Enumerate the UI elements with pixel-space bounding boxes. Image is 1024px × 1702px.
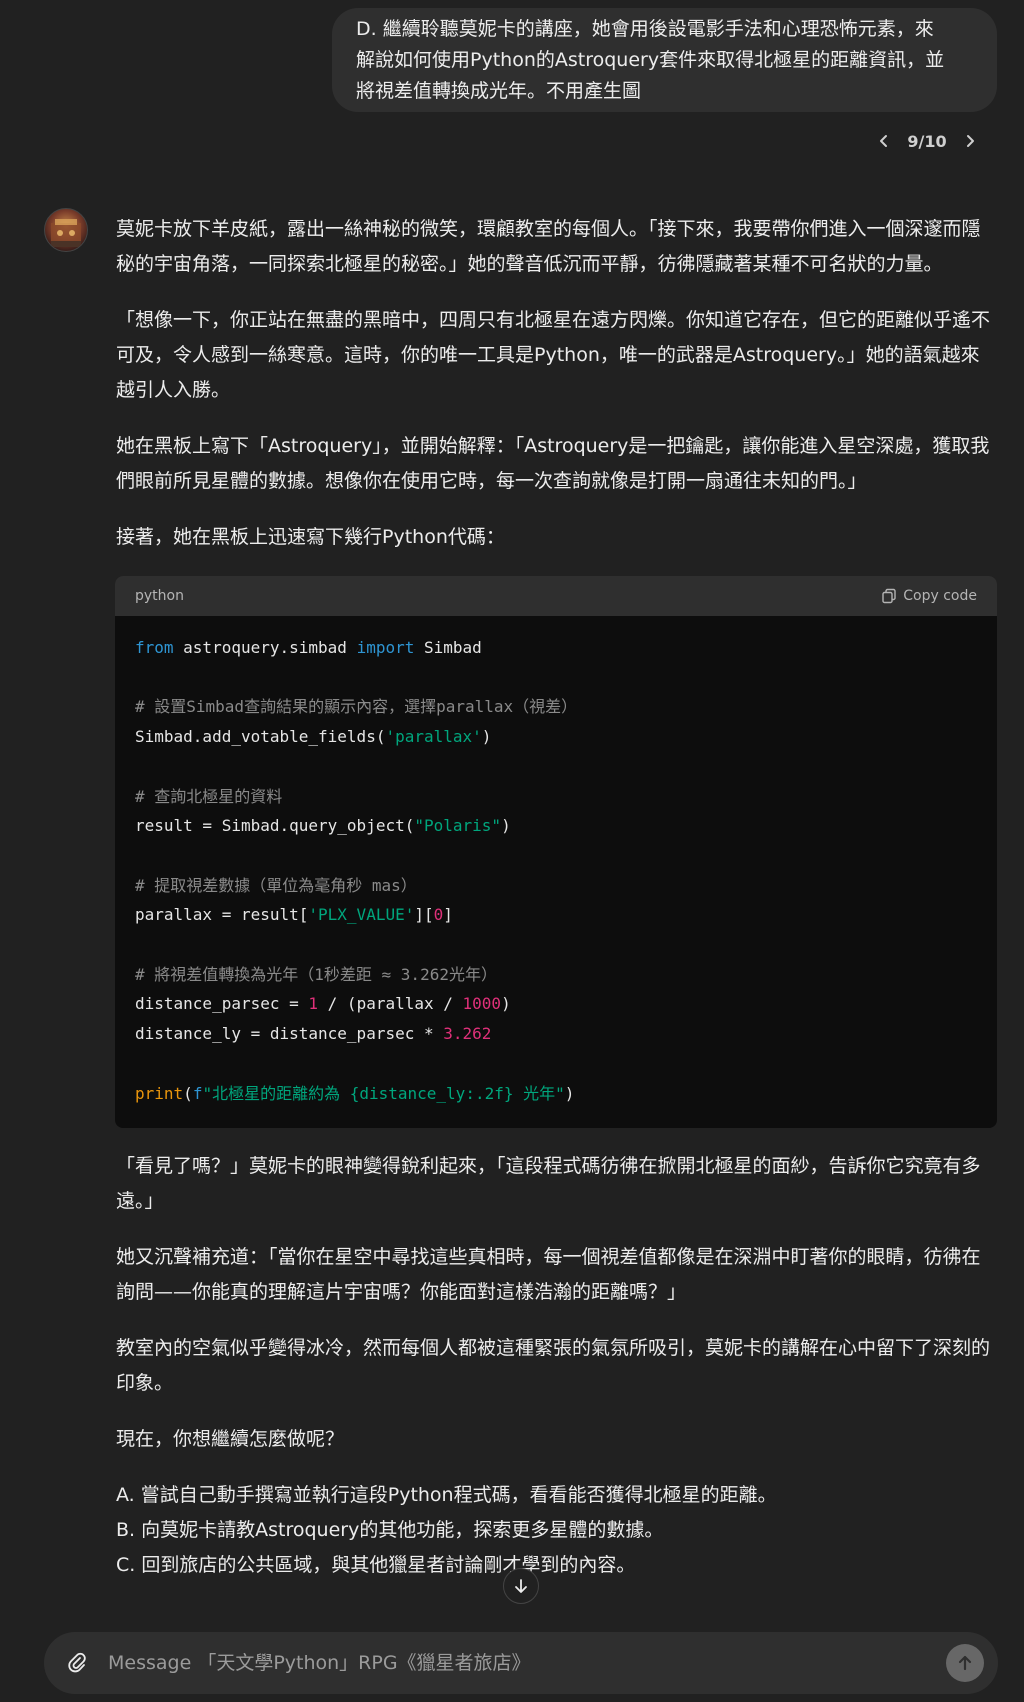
user-message-line: D. 繼續聆聽莫妮卡的講座，她會用後設電影手法和心理恐怖元素，來 bbox=[356, 18, 934, 40]
code-line: from astroquery.simbad import Simbad bbox=[135, 638, 482, 657]
chevron-right-icon bbox=[967, 135, 974, 147]
paragraph: 「想像一下，你正站在無盡的黑暗中，四周只有北極星在遠方閃爍。你知道它存在，但它的… bbox=[116, 309, 991, 401]
code-line: # 設置Simbad查詢結果的顯示內容，選擇parallax（視差） bbox=[135, 697, 578, 717]
previous-response-button[interactable] bbox=[872, 129, 896, 153]
pager-label: 9/10 bbox=[907, 131, 947, 151]
code-line: parallax = result['PLX_VALUE'][0] bbox=[135, 905, 453, 925]
user-message-line: 解說如何使用Python的Astroquery套件來取得北極星的距離資訊，並 bbox=[356, 49, 945, 71]
paperclip-icon bbox=[68, 1652, 86, 1673]
choice-option: A. 嘗試自己動手撰寫並執行這段Python程式碼，看看能否獲得北極星的距離。 bbox=[116, 1484, 777, 1507]
user-message-line: 將視差值轉換成光年。不用產生圖 bbox=[356, 80, 642, 102]
next-response-button[interactable] bbox=[958, 129, 982, 153]
arrow-down-icon bbox=[515, 1579, 527, 1593]
response-pager: 9/10 bbox=[872, 128, 982, 154]
copy-icon bbox=[882, 588, 896, 604]
code-line: Simbad.add_votable_fields('parallax') bbox=[135, 727, 492, 747]
copy-code-label: Copy code bbox=[903, 587, 977, 604]
code-block-header: python Copy code bbox=[115, 576, 997, 616]
code-content: from astroquery.simbad import Simbad # 設… bbox=[115, 616, 997, 1128]
send-button[interactable] bbox=[946, 1644, 984, 1682]
copy-code-button[interactable]: Copy code bbox=[881, 579, 977, 614]
assistant-avatar bbox=[44, 208, 88, 252]
paragraph: 莫妮卡放下羊皮紙，露出一絲神秘的微笑，環顧教室的每個人。「接下來，我要帶你們進入… bbox=[116, 218, 981, 275]
paragraph: 教室內的空氣似乎變得冰冷，然而每個人都被這種緊張的氣氛所吸引，莫妮卡的講解在心中… bbox=[116, 1337, 991, 1395]
code-line: print(f"北極星的距離約為 {distance_ly:.2f} 光年") bbox=[135, 1083, 575, 1103]
choice-option: C. 回到旅店的公共區域，與其他獵星者討論剛才學到的內容。 bbox=[116, 1554, 636, 1577]
code-line: # 查詢北極星的資料 bbox=[135, 786, 283, 806]
code-line: # 提取視差數據（單位為毫角秒 mas） bbox=[135, 875, 417, 895]
paragraph: 她又沉聲補充道：「當你在星空中尋找這些真相時，每一個視差值都像是在深淵中盯著你的… bbox=[116, 1246, 981, 1304]
message-input[interactable] bbox=[106, 1651, 946, 1675]
paragraph: 接著，她在黑板上迅速寫下幾行Python代碼： bbox=[116, 526, 505, 548]
choice-list: A. 嘗試自己動手撰寫並執行這段Python程式碼，看看能否獲得北極星的距離。 … bbox=[116, 1478, 998, 1583]
code-line: distance_ly = distance_parsec * 3.262 bbox=[135, 1024, 492, 1044]
paragraph: 現在，你想繼續怎麼做呢？ bbox=[116, 1428, 345, 1451]
arrow-up-icon bbox=[958, 1655, 972, 1671]
code-language-label: python bbox=[135, 587, 184, 604]
code-line: # 將視差值轉換為光年（1秒差距 ≈ 3.262光年） bbox=[135, 964, 497, 984]
paragraph: 「看見了嗎？」莫妮卡的眼神變得銳利起來，「這段程式碼彷彿在掀開北極星的面紗，告訴… bbox=[116, 1155, 981, 1213]
code-line: result = Simbad.query_object("Polaris") bbox=[135, 816, 511, 836]
code-line: distance_parsec = 1 / (parallax / 1000) bbox=[135, 994, 511, 1014]
message-composer bbox=[44, 1632, 998, 1694]
assistant-message: 莫妮卡放下羊皮紙，露出一絲神秘的微笑，環顧教室的每個人。「接下來，我要帶你們進入… bbox=[115, 212, 998, 1583]
scroll-to-bottom-button[interactable] bbox=[503, 1568, 539, 1604]
code-block: python Copy code from astroquery.simbad … bbox=[115, 576, 997, 1129]
attach-button[interactable] bbox=[66, 1652, 88, 1674]
user-message-bubble: D. 繼續聆聽莫妮卡的講座，她會用後設電影手法和心理恐怖元素，來 解說如何使用P… bbox=[332, 8, 997, 112]
avatar-image-icon bbox=[51, 219, 81, 247]
choice-option: B. 向莫妮卡請教Astroquery的其他功能，探索更多星體的數據。 bbox=[116, 1519, 664, 1542]
chevron-left-icon bbox=[880, 135, 887, 147]
paragraph: 她在黑板上寫下「Astroquery」，並開始解釋：「Astroquery是一把… bbox=[116, 435, 990, 492]
